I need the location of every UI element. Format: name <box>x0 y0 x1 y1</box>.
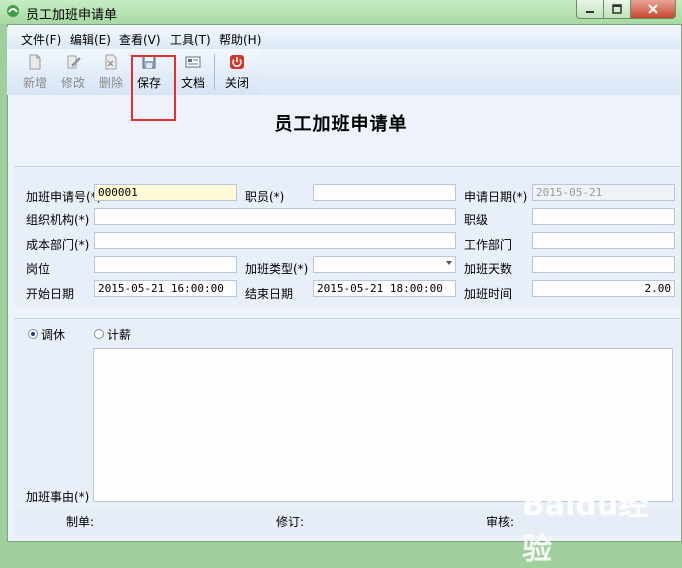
document-icon <box>185 56 201 68</box>
maker-label: 制单: <box>66 515 95 529</box>
radio-time-off[interactable] <box>28 329 38 339</box>
window-title: 员工加班申请单 <box>26 8 118 23</box>
edit-button-label: 修改 <box>60 76 85 90</box>
delete-icon <box>105 54 117 70</box>
maximize-button[interactable] <box>603 0 631 19</box>
work-dept-field[interactable] <box>532 232 675 249</box>
request-no-label: 加班申请号(*) <box>26 190 102 204</box>
menu-help[interactable]: 帮助(H) <box>219 31 261 48</box>
work-dept-label: 工作部门 <box>464 238 513 252</box>
org-label: 组织机构(*) <box>26 213 90 227</box>
toolbar-background <box>260 49 680 95</box>
rank-label: 职级 <box>464 213 489 227</box>
employee-field[interactable] <box>313 184 456 201</box>
menu-tools[interactable]: 工具(T) <box>170 31 211 48</box>
cost-dept-label: 成本部门(*) <box>26 238 90 252</box>
end-date-label: 结束日期 <box>245 287 294 301</box>
reason-label: 加班事由(*) <box>26 490 90 504</box>
employee-label: 职员(*) <box>245 190 285 204</box>
delete-button[interactable]: 删除 <box>94 52 128 92</box>
edit-pencil-icon <box>67 55 81 69</box>
ot-days-field[interactable] <box>532 256 675 273</box>
new-button[interactable]: 新增 <box>18 52 52 92</box>
toolbar-separator <box>214 54 215 90</box>
document-button[interactable]: 文档 <box>176 52 210 92</box>
request-no-field[interactable]: 000001 <box>94 184 237 201</box>
audit-label: 审核: <box>486 515 515 529</box>
cost-dept-field[interactable] <box>94 232 456 249</box>
apply-date-field[interactable]: 2015-05-21 <box>532 184 675 201</box>
radio-time-off-label: 调休 <box>41 328 66 342</box>
close-icon <box>648 4 658 14</box>
apply-date-label: 申请日期(*) <box>464 190 528 204</box>
radio-paid[interactable] <box>94 329 104 339</box>
reason-textarea[interactable] <box>93 348 673 502</box>
rank-field[interactable] <box>532 208 675 225</box>
close-window-button[interactable] <box>630 0 676 19</box>
close-form-button[interactable]: 关闭 <box>220 52 254 92</box>
revise-label: 修订: <box>276 515 305 529</box>
app-icon <box>7 5 19 17</box>
edit-button[interactable]: 修改 <box>56 52 90 92</box>
menu-file[interactable]: 文件(F) <box>21 31 61 48</box>
ot-hours-field[interactable]: 2.00 <box>532 280 675 297</box>
minimize-icon <box>586 11 594 13</box>
baidu-watermark: Baidu经验 <box>522 488 649 567</box>
menu-edit[interactable]: 编辑(E) <box>70 31 111 48</box>
power-off-icon <box>230 55 244 69</box>
form-heading: 员工加班申请单 <box>274 114 408 135</box>
menu-view[interactable]: 查看(V) <box>119 31 161 48</box>
minimize-button[interactable] <box>576 0 604 19</box>
start-date-field[interactable]: 2015-05-21 16:00:00 <box>94 280 237 297</box>
new-document-icon <box>29 54 41 70</box>
delete-button-label: 删除 <box>98 76 123 90</box>
ot-type-select[interactable] <box>313 256 456 273</box>
org-field[interactable] <box>94 208 456 225</box>
position-label: 岗位 <box>26 262 51 276</box>
ot-type-label: 加班类型(*) <box>245 262 309 276</box>
radio-paid-label: 计薪 <box>107 328 132 342</box>
position-field[interactable] <box>94 256 237 273</box>
end-date-field[interactable]: 2015-05-21 18:00:00 <box>313 280 456 297</box>
new-button-label: 新增 <box>22 76 47 90</box>
document-button-label: 文档 <box>180 76 205 90</box>
chevron-down-icon <box>446 261 452 265</box>
maximize-icon <box>612 4 622 14</box>
start-date-label: 开始日期 <box>26 287 75 301</box>
close-form-button-label: 关闭 <box>224 76 249 90</box>
ot-hours-label: 加班时间 <box>464 287 513 301</box>
ot-days-label: 加班天数 <box>464 262 513 276</box>
